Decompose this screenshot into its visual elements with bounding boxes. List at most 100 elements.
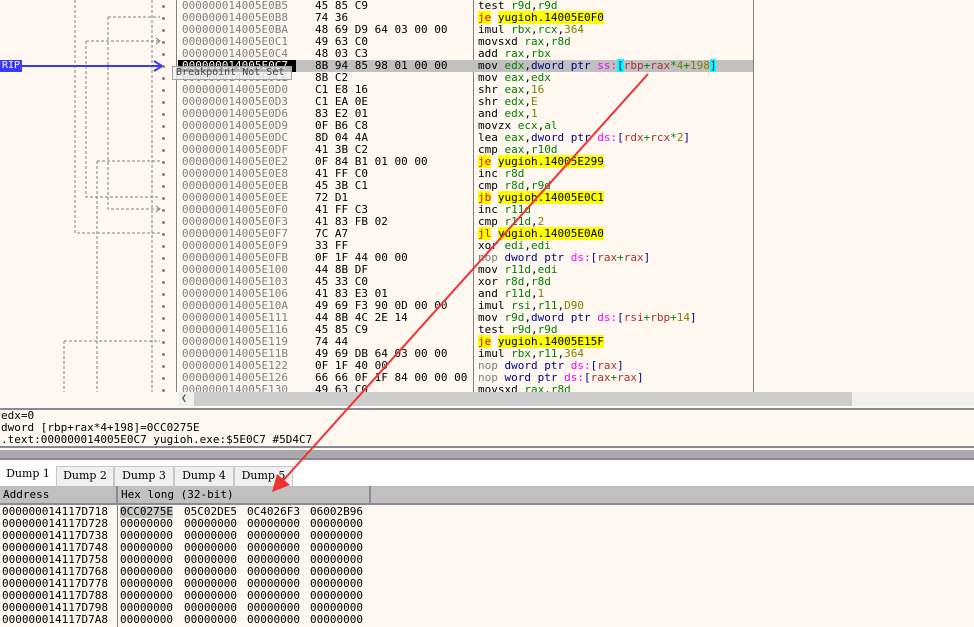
jump-line xyxy=(63,340,160,392)
breakpoint-dot[interactable] xyxy=(162,365,165,368)
instruction-bytes: 66 66 0F 1F 84 00 00 00 xyxy=(315,372,468,384)
tab-dump-2[interactable]: Dump 2 xyxy=(56,466,114,486)
instruction-bytes: 41 83 FB 02 xyxy=(315,216,388,228)
dump-tabs: Dump 1 Dump 2 Dump 3 Dump 4 Dump 5 xyxy=(0,462,974,486)
breakpoint-dot[interactable] xyxy=(162,149,165,152)
instruction-bytes: 48 03 C3 xyxy=(315,48,368,60)
dump-value[interactable]: 00000000 xyxy=(247,614,300,626)
instruction-bytes: 83 E2 01 xyxy=(315,108,368,120)
instruction-bytes: 0F 84 B1 01 00 00 xyxy=(315,156,428,168)
instruction-bytes: 7C A7 xyxy=(315,228,349,240)
jump-line xyxy=(96,160,160,392)
jump-line xyxy=(74,0,160,234)
breakpoint-dot[interactable] xyxy=(162,305,165,308)
instruction-bytes: 72 D1 xyxy=(315,192,349,204)
breakpoint-dot[interactable] xyxy=(162,209,165,212)
instruction-row[interactable]: 000000014005E130 49 63 C0 movsxd rax,r8d xyxy=(178,383,753,393)
dump-row[interactable]: 000000014117D7A8 00000000 00000000 00000000… xyxy=(0,614,974,626)
instruction-address: 000000014005E130 xyxy=(182,383,288,393)
instruction-bytes: C1 EA 0E xyxy=(315,96,368,108)
instruction-bytes: 33 FF xyxy=(315,240,349,252)
breakpoint-dot[interactable] xyxy=(162,233,165,236)
instruction-bytes: 74 36 xyxy=(315,12,349,24)
instruction-bytes: 8D 04 4A xyxy=(315,132,368,144)
instruction-bytes: 45 85 C9 xyxy=(315,0,368,12)
breakpoint-dot[interactable] xyxy=(162,125,165,128)
instruction-bytes: 45 3B C1 xyxy=(315,180,368,192)
gutter-divider xyxy=(176,0,177,392)
instruction-bytes: 49 63 C0 xyxy=(315,36,368,48)
breakpoint-dot[interactable] xyxy=(162,29,165,32)
breakpoint-dot[interactable] xyxy=(162,317,165,320)
breakpoint-dot[interactable] xyxy=(162,377,165,380)
breakpoint-dot[interactable] xyxy=(162,221,165,224)
info-line: .text:000000014005E0C7 yugioh.exe:$5E0C7… xyxy=(1,433,313,446)
pane-splitter[interactable] xyxy=(0,450,974,460)
breakpoint-dot[interactable] xyxy=(162,269,165,272)
breakpoint-dot[interactable] xyxy=(162,137,165,140)
breakpoint-dot[interactable] xyxy=(162,257,165,260)
instruction-bytes: 8B C2 xyxy=(315,72,349,84)
breakpoint-dot[interactable] xyxy=(162,161,165,164)
instruction-bytes: 48 69 D9 64 03 00 00 xyxy=(315,24,448,36)
breakpoint-dot[interactable] xyxy=(162,17,165,20)
instruction-bytes: 49 69 DB 64 03 00 00 xyxy=(315,348,448,360)
column-header-hex[interactable]: Hex long (32-bit) xyxy=(118,486,371,503)
jump-lines-gutter xyxy=(20,0,164,392)
breakpoint-dot[interactable] xyxy=(162,53,165,56)
dump-address: 000000014117D7A8 xyxy=(2,613,108,626)
breakpoint-dot[interactable] xyxy=(162,353,165,356)
dump-view[interactable]: 000000014117D718 0CC0275E 05C02DE5 0C4026F3… xyxy=(0,505,974,627)
dump-value[interactable]: 00000000 xyxy=(184,614,237,626)
tab-dump-1[interactable]: Dump 1 xyxy=(0,464,56,486)
instruction-bytes: 0F B6 C8 xyxy=(315,120,368,132)
breakpoint-dot[interactable] xyxy=(162,389,165,392)
instruction-bytes: 0F 1F 40 00 xyxy=(315,360,388,372)
instruction-bytes: 8B 94 85 98 01 00 00 xyxy=(315,60,448,72)
instruction-bytes: C1 E8 16 xyxy=(315,84,368,96)
column-header-address[interactable]: Address xyxy=(0,486,118,503)
instruction-text: movsxd rax,r8d xyxy=(478,383,571,393)
breakpoint-dot[interactable] xyxy=(162,65,165,68)
breakpoint-dot[interactable] xyxy=(162,329,165,332)
instruction-bytes: 45 85 C9 xyxy=(315,324,368,336)
instruction-bytes: 41 FF C3 xyxy=(315,204,368,216)
instruction-bytes: 44 8B DF xyxy=(315,264,368,276)
breakpoint-dot[interactable] xyxy=(162,293,165,296)
breakpoint-dot[interactable] xyxy=(162,281,165,284)
breakpoint-dot[interactable] xyxy=(162,41,165,44)
dump-divider xyxy=(117,505,118,627)
tab-dump-4[interactable]: Dump 4 xyxy=(174,466,234,486)
instruction-bytes: 45 33 C0 xyxy=(315,276,368,288)
rip-label: RIP xyxy=(0,60,23,72)
instruction-bytes: 41 83 E3 01 xyxy=(315,288,388,300)
disassembly-view[interactable]: 000000014005E0B5 45 85 C9 test r9d,r9d 0000… xyxy=(0,0,974,392)
breakpoint-dot[interactable] xyxy=(162,185,165,188)
instruction-bytes: 41 FF C0 xyxy=(315,168,368,180)
comments-divider xyxy=(753,0,754,392)
breakpoint-dot[interactable] xyxy=(162,173,165,176)
dump-value[interactable]: 00000000 xyxy=(120,614,173,626)
instruction-bytes: 44 8B 4C 2E 14 xyxy=(315,312,408,324)
breakpoint-dot[interactable] xyxy=(162,5,165,8)
breakpoint-dot[interactable] xyxy=(162,341,165,344)
dump-header: Address Hex long (32-bit) xyxy=(0,486,974,505)
breakpoint-dot[interactable] xyxy=(162,101,165,104)
instruction-bytes: 0F 1F 44 00 00 xyxy=(315,252,408,264)
dump-value[interactable]: 00000000 xyxy=(310,614,363,626)
breakpoint-dot[interactable] xyxy=(162,77,165,80)
instruction-bytes: 74 44 xyxy=(315,336,349,348)
breakpoint-dot[interactable] xyxy=(162,113,165,116)
tab-dump-3[interactable]: Dump 3 xyxy=(114,466,174,486)
breakpoint-dot[interactable] xyxy=(162,245,165,248)
tab-dump-5[interactable]: Dump 5 xyxy=(234,466,293,486)
scroll-left-icon[interactable]: ❮ xyxy=(181,392,187,406)
breakpoint-dot[interactable] xyxy=(162,197,165,200)
horizontal-scrollbar[interactable]: ❮ xyxy=(178,392,974,406)
breakpoint-dot[interactable] xyxy=(162,89,165,92)
scrollbar-thumb[interactable] xyxy=(194,392,852,406)
instruction-bytes: 41 3B C2 xyxy=(315,144,368,156)
instruction-bytes: 49 69 F3 90 0D 00 00 xyxy=(315,300,448,312)
breakpoint-tooltip: Breakpoint Not Set xyxy=(172,66,292,80)
instruction-bytes: 49 63 C0 xyxy=(315,384,368,392)
